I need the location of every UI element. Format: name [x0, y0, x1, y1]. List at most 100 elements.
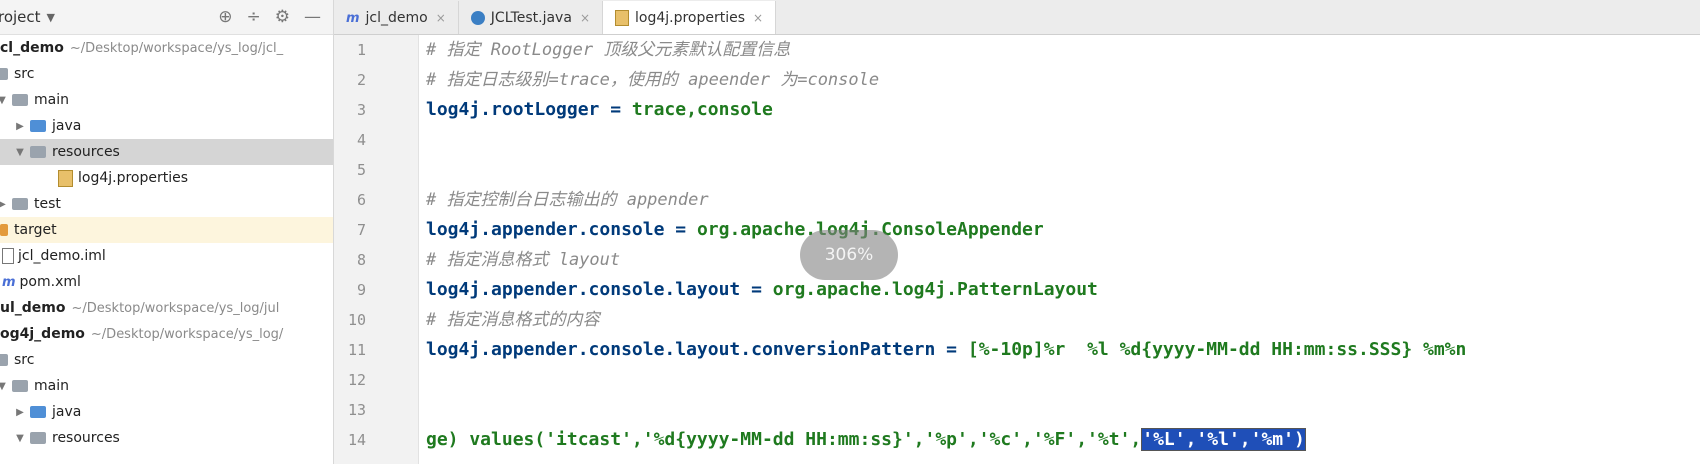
property-key: log4j.appender.console =: [426, 219, 697, 240]
tree-item-src[interactable]: src: [0, 347, 333, 373]
line-number: 2: [356, 71, 366, 89]
source-folder-icon: [30, 406, 46, 418]
line-number: 12: [347, 371, 366, 389]
property-key: log4j.appender.console.layout =: [426, 279, 773, 300]
line-number: 5: [356, 161, 366, 179]
code-editor[interactable]: # 指定 RootLogger 顶级父元素默认配置信息 # 指定日志级别=tra…: [420, 35, 1700, 464]
line-number: 11: [347, 341, 366, 359]
chevron-down-icon[interactable]: ▼: [0, 381, 8, 392]
tree-item-resources[interactable]: ▼ resources: [0, 139, 333, 165]
excluded-folder-icon: [0, 224, 8, 236]
tree-item-label: pom.xml: [19, 274, 81, 290]
hide-icon[interactable]: —: [304, 7, 321, 27]
line-number: 13: [347, 401, 366, 419]
code-text: ge) values('itcast','%d{yyyy-MM-dd HH:mm…: [426, 429, 1142, 450]
project-panel: roject ▼ ⊕ ÷ ⚙ — cl_demo ~/Desktop/works…: [0, 0, 334, 464]
tab-log4j-properties[interactable]: log4j.properties ×: [603, 1, 777, 34]
line-number: 10: [347, 311, 366, 329]
tree-item-main[interactable]: ▼ main: [0, 373, 333, 399]
project-panel-title[interactable]: roject: [0, 8, 41, 26]
code-line-1[interactable]: # 指定 RootLogger 顶级父元素默认配置信息: [426, 35, 790, 65]
module-path: ~/Desktop/workspace/ys_log/: [90, 326, 284, 342]
line-number: 4: [356, 131, 366, 149]
tree-item-log4j-demo[interactable]: og4j_demo ~/Desktop/workspace/ys_log/: [0, 321, 333, 347]
zoom-level-overlay: 306%: [800, 230, 898, 280]
tree-item-pom-xml[interactable]: m pom.xml: [0, 269, 333, 295]
maven-icon: m: [2, 274, 16, 290]
tree-item-label: jcl_demo.iml: [18, 248, 106, 264]
project-toolbar: ⊕ ÷ ⚙ —: [218, 7, 321, 27]
line-number: 9: [356, 281, 366, 299]
tree-item-jcl-demo-iml[interactable]: jcl_demo.iml: [0, 243, 333, 269]
chevron-down-icon[interactable]: ▼: [0, 95, 8, 106]
tree-item-label: test: [34, 196, 61, 212]
tree-item-java[interactable]: ▶ java: [0, 399, 333, 425]
chevron-right-icon[interactable]: ▶: [14, 121, 26, 132]
tree-item-label: resources: [52, 144, 120, 160]
tab-jcl-demo[interactable]: m jcl_demo ×: [334, 1, 459, 34]
tree-item-label: log4j.properties: [78, 170, 189, 186]
chevron-down-icon[interactable]: ▼: [14, 147, 26, 158]
line-number: 1: [356, 41, 366, 59]
tree-item-jcl-demo[interactable]: cl_demo ~/Desktop/workspace/ys_log/jcl_: [0, 35, 333, 61]
code-line-3[interactable]: log4j.rootLogger = trace,console: [426, 95, 773, 125]
collapse-icon[interactable]: ÷: [247, 7, 261, 27]
chevron-right-icon[interactable]: ▶: [14, 407, 26, 418]
tree-item-label: src: [14, 66, 35, 82]
tree-item-label: target: [14, 222, 57, 238]
tree-item-java[interactable]: ▶ java: [0, 113, 333, 139]
code-line-6[interactable]: # 指定控制台日志输出的 appender: [426, 185, 709, 215]
code-line-7[interactable]: log4j.appender.console = org.apache.log4…: [426, 215, 1044, 245]
tree-item-label: resources: [52, 430, 120, 446]
properties-file-icon: [58, 169, 73, 187]
tree-item-label: cl_demo: [0, 40, 64, 56]
tree-item-label: main: [34, 378, 69, 394]
code-line-8[interactable]: # 指定消息格式 layout: [426, 245, 620, 275]
property-key: log4j.appender.console.layout.conversion…: [426, 339, 968, 360]
tab-label: jcl_demo: [365, 9, 428, 26]
gear-icon[interactable]: ⚙: [275, 7, 290, 27]
resources-folder-icon: [30, 432, 46, 444]
properties-file-icon: [615, 9, 629, 26]
tree-item-log4j-properties[interactable]: log4j.properties: [0, 165, 333, 191]
tree-item-label: java: [52, 118, 82, 134]
locate-icon[interactable]: ⊕: [218, 7, 232, 27]
source-folder-icon: [30, 120, 46, 132]
line-number: 8: [356, 251, 366, 269]
folder-icon: [12, 94, 28, 106]
chevron-right-icon[interactable]: ▶: [0, 199, 8, 210]
chevron-down-icon[interactable]: ▼: [47, 11, 55, 24]
code-line-10[interactable]: # 指定消息格式的内容: [426, 305, 599, 335]
tree-item-target[interactable]: target: [0, 217, 333, 243]
java-class-icon: [470, 10, 485, 25]
tab-jcltest-java[interactable]: JCLTest.java ×: [459, 1, 603, 34]
tree-item-main[interactable]: ▼ main: [0, 87, 333, 113]
tree-item-test[interactable]: ▶ test: [0, 191, 333, 217]
tree-item-resources[interactable]: ▼ resources: [0, 425, 333, 451]
tree-item-src[interactable]: src: [0, 61, 333, 87]
code-line-9[interactable]: log4j.appender.console.layout = org.apac…: [426, 275, 1098, 305]
line-number: 6: [356, 191, 366, 209]
code-line-2[interactable]: # 指定日志级别=trace，使用的 apeender 为=console: [426, 65, 879, 95]
line-number: 3: [356, 101, 366, 119]
tree-item-label: src: [14, 352, 35, 368]
close-icon[interactable]: ×: [753, 11, 763, 25]
module-path: ~/Desktop/workspace/ys_log/jul: [71, 300, 280, 316]
tree-item-label: main: [34, 92, 69, 108]
chevron-down-icon[interactable]: ▼: [14, 433, 26, 444]
text-selection[interactable]: '%L','%l','%m'): [1141, 428, 1306, 451]
editor-tabs: m jcl_demo × JCLTest.java × log4j.proper…: [334, 0, 1700, 35]
close-icon[interactable]: ×: [436, 11, 446, 25]
property-key: log4j.rootLogger =: [426, 99, 632, 120]
tree-item-label: ul_demo: [0, 300, 66, 316]
code-line-11[interactable]: log4j.appender.console.layout.conversion…: [426, 335, 1466, 365]
property-value: [%-10p]%r %l %d{yyyy-MM-dd HH:mm:ss.SSS}…: [967, 339, 1467, 360]
folder-icon: [0, 354, 8, 366]
close-icon[interactable]: ×: [580, 11, 590, 25]
tab-label: JCLTest.java: [490, 9, 572, 26]
code-line-14[interactable]: ge) values('itcast','%d{yyyy-MM-dd HH:mm…: [426, 425, 1306, 455]
maven-icon: m: [346, 10, 360, 26]
module-path: ~/Desktop/workspace/ys_log/jcl_: [69, 40, 284, 56]
tab-label: log4j.properties: [635, 9, 746, 26]
tree-item-jul-demo[interactable]: ul_demo ~/Desktop/workspace/ys_log/jul: [0, 295, 333, 321]
